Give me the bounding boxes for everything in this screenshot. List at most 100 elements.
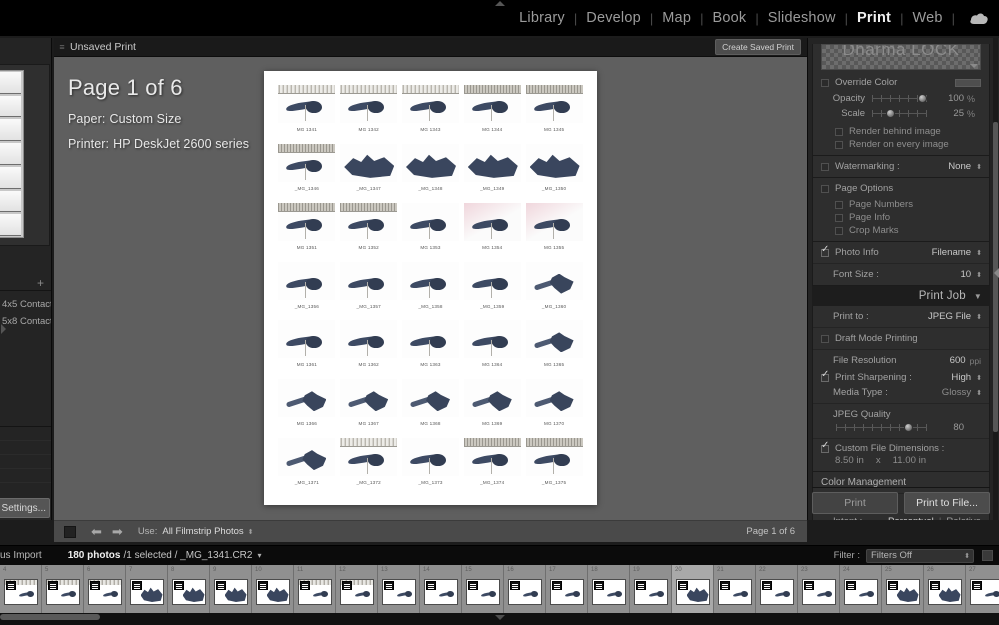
page-info-row[interactable]: Page Info (813, 211, 989, 224)
photo-thumbnail[interactable] (401, 320, 459, 359)
collection-row[interactable] (0, 469, 51, 483)
contact-sheet-cell[interactable]: MG 1354 (461, 201, 523, 260)
filmstrip-item[interactable]: 5 (42, 565, 84, 613)
photo-thumbnail[interactable] (525, 202, 583, 241)
print-job-header[interactable]: Print Job ▼ (812, 286, 990, 306)
crop-marks-checkbox[interactable] (835, 226, 843, 235)
print-to-file-button[interactable]: Print to File... (904, 492, 990, 514)
custom-width-value[interactable]: 8.50 in (835, 455, 864, 466)
filmstrip-item[interactable]: 25 (882, 565, 924, 613)
intent-row[interactable]: Intent : Perceptual | Relative (813, 513, 989, 520)
template-item-contact-sheet-1[interactable]: 4x5 Contact Sheet (0, 296, 51, 313)
contact-sheet-cell[interactable]: MG 1363 (400, 318, 462, 377)
photo-thumbnail[interactable] (463, 261, 521, 300)
module-web[interactable]: Web (903, 10, 951, 26)
filmstrip-item[interactable]: 16 (504, 565, 546, 613)
photo-thumbnail[interactable] (340, 85, 398, 123)
filmstrip-item[interactable]: 19 (630, 565, 672, 613)
media-type-row[interactable]: Media Type : Glossy ⬍ (813, 385, 989, 403)
contact-sheet-cell[interactable]: _MG_1348 (400, 142, 462, 201)
intent-relative-option[interactable]: Relative (946, 516, 981, 520)
module-library[interactable]: Library (510, 10, 574, 26)
print-sharpening-value[interactable]: High (951, 372, 971, 383)
watermarking-value[interactable]: None (948, 161, 971, 172)
caret-down-icon[interactable]: ▾ (257, 551, 261, 560)
page-options-row[interactable]: Page Options (813, 178, 989, 198)
contact-sheet-cell[interactable]: MG 1345 (523, 83, 585, 142)
filmstrip-thumbnail[interactable] (885, 579, 920, 605)
chevron-updown-icon[interactable]: ⬍ (976, 163, 982, 171)
photo-thumbnail[interactable] (278, 202, 336, 241)
left-panel-toggle[interactable] (1, 324, 6, 334)
photo-info-value[interactable]: Filename (932, 247, 971, 258)
contact-sheet-cell[interactable]: MG 1366 (276, 377, 338, 436)
opacity-slider-row[interactable]: Opacity 100 % (813, 91, 989, 106)
filmstrip-item[interactable]: 11 (294, 565, 336, 613)
custom-height-value[interactable]: 11.00 in (893, 455, 926, 466)
page-setup-settings-button[interactable]: Settings... (0, 498, 50, 518)
render-behind-checkbox[interactable] (835, 127, 843, 136)
custom-dimensions-checkbox[interactable] (821, 441, 829, 453)
filmstrip-item[interactable]: 23 (798, 565, 840, 613)
filmstrip-thumbnail[interactable] (801, 579, 836, 605)
filmstrip-thumbnail[interactable] (843, 579, 878, 605)
contact-sheet-cell[interactable]: MG 1365 (523, 318, 585, 377)
contact-sheet-cell[interactable]: MG 1343 (400, 83, 462, 142)
render-behind-row[interactable]: Render behind image (813, 125, 989, 138)
top-panel-toggle[interactable] (494, 1, 505, 6)
filmstrip-item[interactable]: 4 (0, 565, 42, 613)
page-numbers-row[interactable]: Page Numbers (813, 198, 989, 211)
contact-sheet-cell[interactable]: MG 1351 (276, 201, 338, 260)
print-sharpening-checkbox[interactable] (821, 370, 829, 382)
module-book[interactable]: Book (703, 10, 755, 26)
watermarking-row[interactable]: Watermarking : None ⬍ (813, 156, 989, 177)
filmstrip-item[interactable]: 7 (126, 565, 168, 613)
photo-thumbnail[interactable] (278, 438, 336, 477)
contact-sheet-cell[interactable]: MG 1367 (338, 377, 400, 436)
print-button[interactable]: Print (812, 492, 898, 514)
font-size-value[interactable]: 10 (960, 269, 971, 280)
page-numbers-checkbox[interactable] (835, 200, 843, 209)
page-info-checkbox[interactable] (835, 213, 843, 222)
contact-sheet-cell[interactable]: _MG_1371 (276, 436, 338, 495)
filmstrip-thumbnail[interactable] (213, 579, 248, 605)
filmstrip-item[interactable]: 10 (252, 565, 294, 613)
opacity-slider-track[interactable] (872, 94, 927, 103)
chevron-updown-icon[interactable]: ⬍ (976, 249, 982, 257)
filmstrip-item[interactable]: 9 (210, 565, 252, 613)
right-panel-scrollbar[interactable] (993, 38, 998, 520)
filmstrip-thumbnail[interactable] (255, 579, 290, 605)
filmstrip-item[interactable]: 13 (378, 565, 420, 613)
photo-thumbnail[interactable] (463, 379, 521, 418)
photo-thumbnail[interactable] (525, 379, 583, 418)
photo-thumbnail[interactable] (401, 202, 459, 241)
identity-plate-preview[interactable]: Dharma LOCK (821, 44, 981, 70)
draft-mode-checkbox[interactable] (821, 334, 829, 343)
filmstrip-thumbnail[interactable] (423, 579, 458, 605)
photo-thumbnail[interactable] (278, 320, 336, 359)
filmstrip-thumbnail[interactable] (759, 579, 794, 605)
custom-dimensions-row[interactable]: Custom File Dimensions : (813, 438, 989, 455)
photo-thumbnail[interactable] (463, 320, 521, 359)
contact-sheet-cell[interactable]: _MG_1359 (461, 260, 523, 319)
photo-thumbnail[interactable] (278, 379, 336, 418)
filmstrip-item[interactable]: 18 (588, 565, 630, 613)
chevron-updown-icon[interactable]: ⬍ (976, 313, 982, 321)
right-panel-toggle[interactable] (994, 268, 999, 278)
filmstrip-thumbnail[interactable] (717, 579, 752, 605)
module-print[interactable]: Print (848, 10, 900, 26)
filmstrip[interactable]: 4 5 6 7 8 9 10 11 12 13 14 15 16 17 18 19 20 21 22 23 24 25 26… (0, 565, 999, 613)
photo-thumbnail[interactable] (525, 261, 583, 300)
contact-sheet-cell[interactable]: _MG_1347 (338, 142, 400, 201)
filmstrip-item[interactable]: 8 (168, 565, 210, 613)
photo-thumbnail[interactable] (463, 438, 521, 477)
module-slideshow[interactable]: Slideshow (759, 10, 845, 26)
collection-row[interactable] (0, 455, 51, 469)
collection-row[interactable] (0, 441, 51, 455)
scale-slider-row[interactable]: Scale 25 % (813, 106, 989, 121)
filmstrip-thumbnail[interactable] (507, 579, 542, 605)
photo-thumbnail[interactable] (278, 85, 336, 123)
photo-thumbnail[interactable] (401, 438, 459, 477)
photo-thumbnail[interactable] (525, 438, 583, 477)
photo-thumbnail[interactable] (401, 379, 459, 418)
